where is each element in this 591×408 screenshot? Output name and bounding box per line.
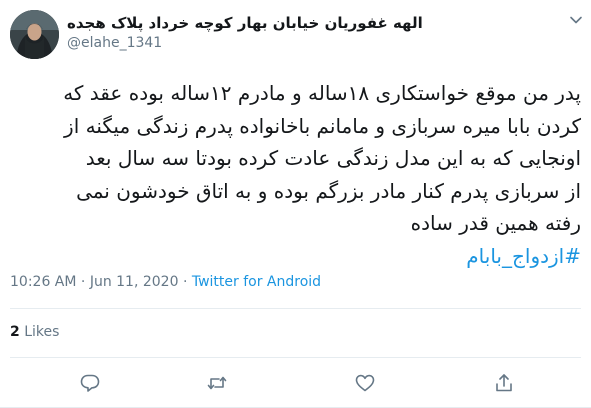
tweet-card: الهه غفوریان خیابان بهار کوچه خرداد پلاک… bbox=[0, 0, 591, 408]
tweet-source-link[interactable]: Twitter for Android bbox=[192, 274, 321, 290]
likes-summary[interactable]: 2 Likes bbox=[10, 324, 59, 340]
tweet-header: الهه غفوریان خیابان بهار کوچه خرداد پلاک… bbox=[0, 0, 591, 66]
tweet-date[interactable]: Jun 11, 2020 bbox=[90, 274, 179, 290]
retweet-icon[interactable] bbox=[206, 372, 228, 394]
tweet-meta: 10:26 AM · Jun 11, 2020 · Twitter for An… bbox=[10, 274, 321, 290]
likes-count: 2 bbox=[10, 324, 20, 340]
tweet-time[interactable]: 10:26 AM bbox=[10, 274, 76, 290]
tweet-line: رفته همین قدر ساده bbox=[410, 211, 581, 235]
avatar[interactable] bbox=[10, 10, 59, 59]
tweet-line: پدر من موقع خواستکاری ۱۸ساله و مادرم ۱۲س… bbox=[63, 81, 581, 105]
divider bbox=[10, 308, 581, 309]
reply-icon[interactable] bbox=[79, 372, 101, 394]
likes-label: Likes bbox=[24, 324, 60, 340]
tweet-line: اونجایی که به این مدل زندگی عادت کرده بو… bbox=[85, 146, 581, 170]
divider bbox=[10, 357, 581, 358]
share-icon[interactable] bbox=[493, 372, 515, 394]
like-icon[interactable] bbox=[354, 372, 376, 394]
meta-separator: · bbox=[80, 274, 86, 290]
hashtag-link[interactable]: #ازدواج_بابام bbox=[466, 244, 581, 268]
username[interactable]: @elahe_1341 bbox=[67, 35, 162, 51]
tweet-line: کردن بابا میره سربازی و مامانم باخانواده… bbox=[64, 113, 581, 138]
tweet-text: پدر من موقع خواستکاری ۱۸ساله و مادرم ۱۲س… bbox=[10, 77, 581, 272]
tweet-line: از سربازی پدرم کنار مادر بزرگم بوده و به… bbox=[76, 178, 581, 203]
chevron-down-icon[interactable] bbox=[568, 12, 584, 28]
display-name[interactable]: الهه غفوریان خیابان بهار کوچه خرداد پلاک… bbox=[67, 14, 423, 32]
profile-photo-icon bbox=[10, 10, 59, 59]
meta-separator: · bbox=[182, 274, 188, 290]
